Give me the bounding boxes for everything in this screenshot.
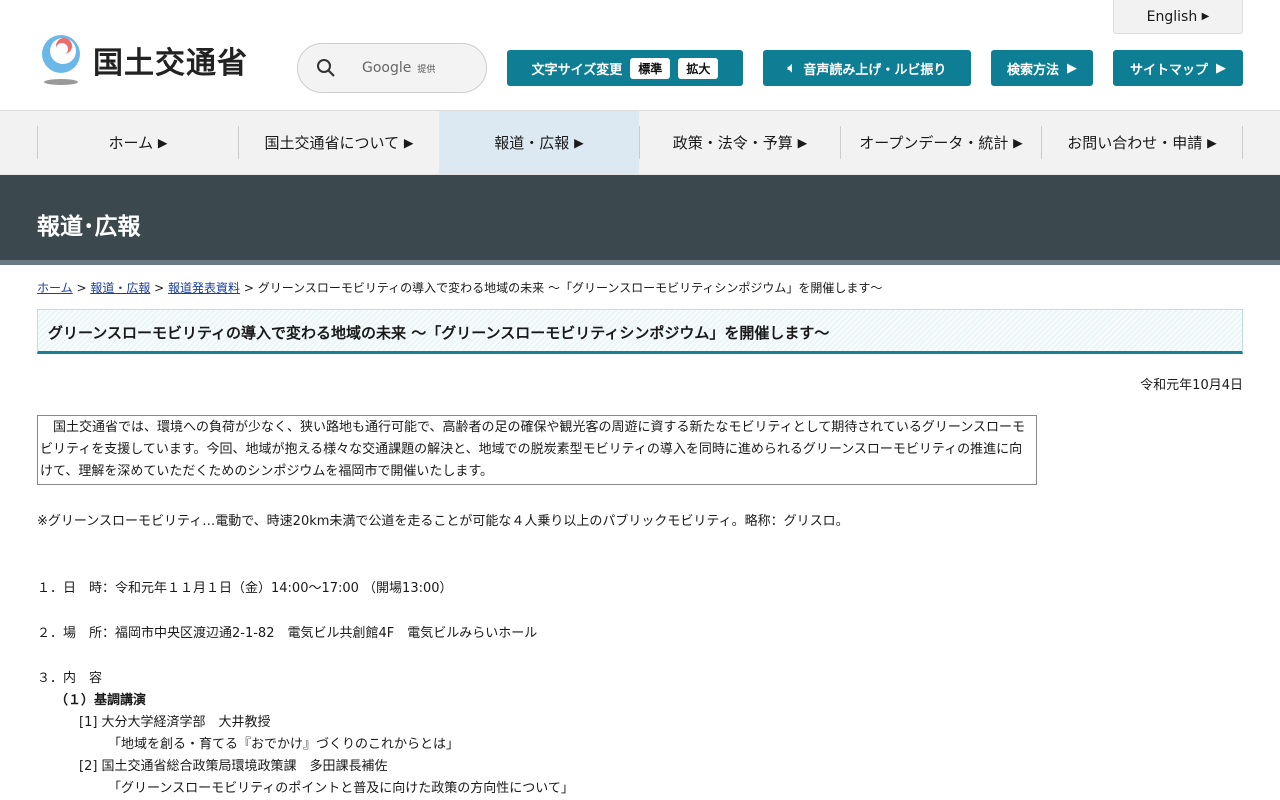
logo[interactable]: 国土交通省 — [37, 34, 248, 86]
nav-item-contact[interactable]: お問い合わせ・申請 ▶ — [1041, 126, 1243, 159]
search-box[interactable]: Google 提供 — [297, 43, 487, 93]
breadcrumb-current: グリーンスローモビリティの導入で変わる地域の未来 ～「グリーンスローモビリティシ… — [257, 281, 883, 295]
item-place: ２．場 所：福岡市中央区渡辺通2-1-82 電気ビル共創館4F 電気ビルみらいホ… — [37, 626, 538, 641]
search-icon[interactable] — [316, 58, 336, 78]
speaker-2: [2] 国土交通省総合政策局環境政策課 多田課長補佐 — [79, 759, 388, 774]
intro-box: 国土交通省では、環境への負荷が少なく、狭い路地も通行可能で、高齢者の足の確保や観… — [37, 415, 1037, 485]
speaker-icon: 🔈︎ — [787, 60, 796, 76]
nav-item-about[interactable]: 国土交通省について ▶ — [238, 126, 439, 159]
note: ※グリーンスローモビリティ…電動で、時速20km未満で公道を走ることが可能な４人… — [37, 514, 849, 529]
provided-label: 提供 — [417, 64, 436, 75]
arrow-right-icon: ▶ — [1216, 60, 1226, 76]
google-label: Google — [362, 60, 412, 76]
nav-item-home[interactable]: ホーム ▶ — [37, 126, 238, 159]
global-nav: ホーム ▶ 国土交通省について ▶ 報道・広報 ▶ 政策・法令・予算 ▶ オープ… — [0, 111, 1280, 175]
mlit-logo-icon — [42, 35, 80, 85]
section-banner: 報道･広報 — [0, 175, 1280, 265]
search-method-label: 検索方法 — [1006, 62, 1059, 78]
nav-label: ホーム — [108, 134, 154, 152]
sitemap-label: サイトマップ — [1129, 62, 1208, 78]
logo-text: 国土交通省 — [93, 46, 248, 81]
font-size-control: 文字サイズ変更 標準 拡大 — [507, 50, 743, 86]
breadcrumb: ホーム > 報道・広報 > 報道発表資料 > グリーンスローモビリティの導入で変… — [37, 281, 883, 295]
english-button[interactable]: English ▶ — [1113, 0, 1243, 34]
speech-button[interactable]: 🔈︎ 音声読み上げ・ルビ振り — [763, 50, 971, 86]
sitemap-button[interactable]: サイトマップ ▶ — [1113, 50, 1243, 86]
font-standard-button[interactable]: 標準 — [630, 57, 671, 79]
nav-label: 国土交通省について — [264, 134, 400, 152]
nav-label: オープンデータ・統計 — [859, 134, 1009, 152]
arrow-right-icon: ▶ — [157, 135, 168, 150]
arrow-right-icon: ▶ — [574, 135, 584, 150]
breadcrumb-home[interactable]: ホーム — [37, 281, 73, 295]
nav-item-opendata[interactable]: オープンデータ・統計 ▶ — [840, 126, 1041, 159]
font-size-label: 文字サイズ変更 — [531, 62, 623, 78]
search-method-button[interactable]: 検索方法 ▶ — [991, 50, 1093, 86]
arrow-right-icon: ▶ — [1067, 60, 1077, 76]
nav-label: お問い合わせ・申請 — [1067, 134, 1203, 152]
arrow-right-icon: ▶ — [1207, 135, 1217, 150]
font-large-button[interactable]: 拡大 — [678, 57, 719, 79]
arrow-right-icon: ▶ — [1201, 11, 1210, 22]
speech-label: 音声読み上げ・ルビ振り — [803, 62, 947, 78]
keynote-heading: （１）基調講演 — [55, 693, 147, 708]
arrow-right-icon: ▶ — [1013, 135, 1023, 150]
arrow-right-icon: ▶ — [797, 135, 808, 150]
speaker-1: [1] 大分大学経済学部 大井教授 — [79, 715, 271, 730]
breadcrumb-releases[interactable]: 報道発表資料 — [168, 281, 240, 295]
speaker-1-topic: 「地域を創る・育てる『おでかけ』づくりのこれからとは」 — [108, 737, 460, 752]
breadcrumb-press[interactable]: 報道・広報 — [90, 281, 150, 295]
nav-item-press[interactable]: 報道・広報 ▶ — [439, 111, 639, 174]
speaker-2-topic: 「グリーンスローモビリティのポイントと普及に向けた政策の方向性について」 — [108, 781, 574, 796]
item-content: ３．内 容 — [37, 671, 103, 686]
arrow-right-icon: ▶ — [403, 135, 414, 150]
page-title: グリーンスローモビリティの導入で変わる地域の未来 ～「グリーンスローモビリティシ… — [37, 309, 1243, 354]
release-date: 令和元年10月4日 — [1140, 378, 1243, 393]
english-label: English — [1146, 8, 1198, 25]
nav-label: 報道・広報 — [494, 134, 570, 152]
nav-item-policy[interactable]: 政策・法令・予算 ▶ — [639, 126, 840, 159]
nav-label: 政策・法令・予算 — [672, 134, 793, 152]
item-date: １．日 時：令和元年１１月１日（金）14:00～17:00 （開場13:00） — [37, 581, 453, 596]
header: 国土交通省 Google 提供 文字サイズ変更 標準 拡大 🔈︎ 音声読み上げ・ル… — [0, 0, 1280, 111]
